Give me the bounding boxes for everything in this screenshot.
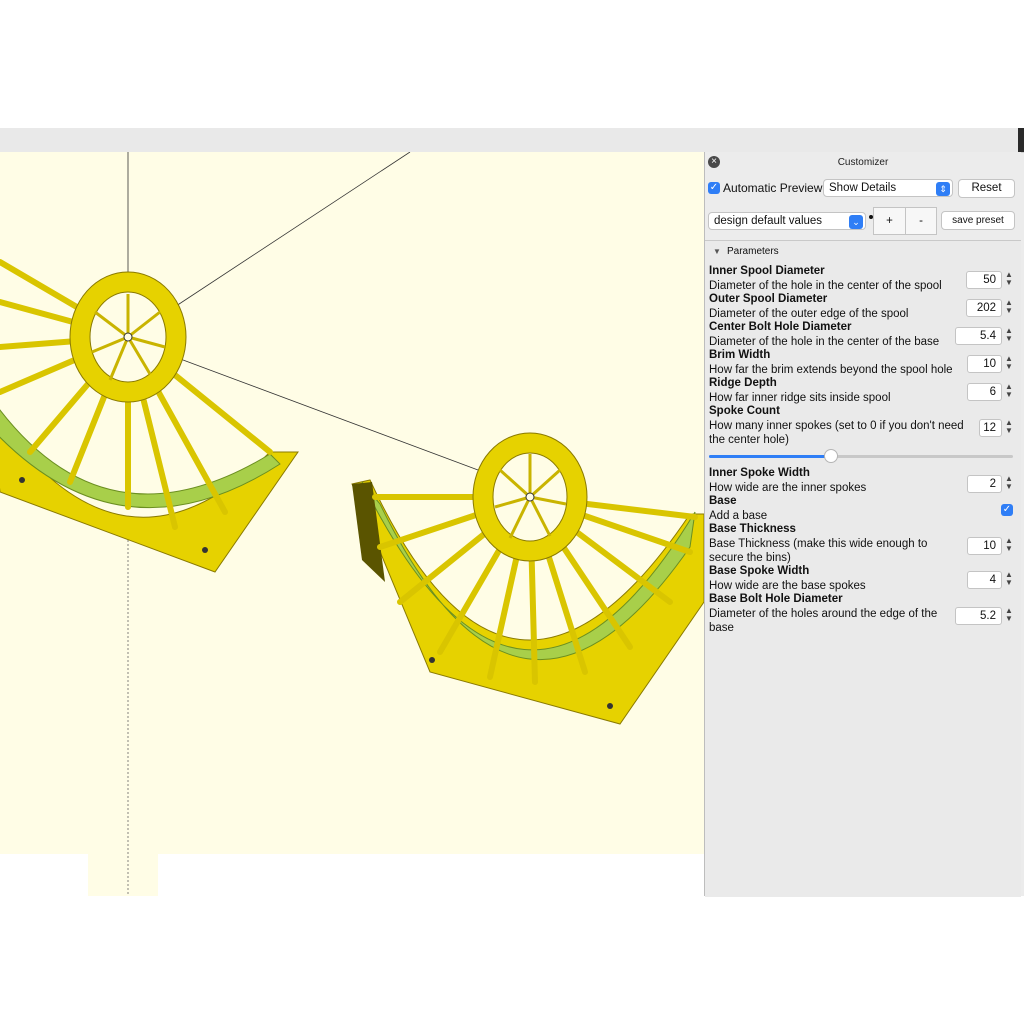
stepper-arrows-icon[interactable]: ▲ ▼ <box>1004 327 1014 345</box>
stepper-arrows-icon[interactable]: ▲ ▼ <box>1004 299 1014 317</box>
param-desc: How wide are the base spokes <box>709 580 866 592</box>
parameters-section-label: Parameters <box>727 246 779 257</box>
param-desc-line2: secure the bins) <box>709 552 791 564</box>
save-preset-button[interactable]: save preset <box>941 211 1015 230</box>
param-title: Base <box>709 495 737 507</box>
window-toolbar <box>0 128 1024 153</box>
stepper-arrows-icon[interactable]: ▲ ▼ <box>1004 355 1014 373</box>
details-select-value: Show Details <box>829 182 897 194</box>
param-desc: Diameter of the hole in the center of th… <box>709 280 942 292</box>
ridge-depth-input[interactable]: 6 <box>967 383 1002 401</box>
auto-preview-checkbox[interactable]: ✓ <box>708 182 720 194</box>
param-desc: Add a base <box>709 510 768 522</box>
slider-thumb[interactable] <box>824 449 838 463</box>
3d-viewport[interactable] <box>0 152 704 896</box>
param-desc: Diameter of the hole in the center of th… <box>709 336 940 348</box>
reset-button[interactable]: Reset <box>958 179 1015 198</box>
param-title: Center Bolt Hole Diameter <box>709 321 852 333</box>
slider-fill <box>709 455 831 458</box>
param-title: Base Bolt Hole Diameter <box>709 593 843 605</box>
app-window: × Customizer ✓ Automatic Preview Show De… <box>0 128 1024 897</box>
base-spoke-width-input[interactable]: 4 <box>967 571 1002 589</box>
param-desc: How wide are the inner spokes <box>709 482 867 494</box>
param-desc: Diameter of the outer edge of the spool <box>709 308 909 320</box>
updown-chevron-icon: ⇕ <box>936 182 950 196</box>
inner-spoke-width-input[interactable]: 2 <box>967 475 1002 493</box>
preset-stepper: + - <box>873 207 937 235</box>
preset-select[interactable]: design default values ⌄ <box>708 212 866 230</box>
param-desc: How far the brim extends beyond the spoo… <box>709 364 953 376</box>
parameters-group: ▼ Parameters Inner Spool Diameter Diamet… <box>705 240 1021 897</box>
stepper-arrows-icon[interactable]: ▲ ▼ <box>1004 475 1014 493</box>
stepper-arrows-icon[interactable]: ▲ ▼ <box>1004 571 1014 589</box>
auto-preview-label: Automatic Preview <box>723 181 823 195</box>
details-select[interactable]: Show Details ⇕ <box>823 179 953 197</box>
param-desc: How far inner ridge sits inside spool <box>709 392 891 404</box>
param-title: Inner Spoke Width <box>709 467 810 479</box>
add-preset-button[interactable]: + <box>874 208 906 234</box>
brim-width-input[interactable]: 10 <box>967 355 1002 373</box>
stepper-arrows-icon[interactable]: ▲ ▼ <box>1004 537 1014 555</box>
preset-select-value: design default values <box>714 215 823 227</box>
stepper-arrows-icon[interactable]: ▲ ▼ <box>1004 271 1014 289</box>
viewport-background-notch <box>88 854 158 896</box>
center-bolt-hole-input[interactable]: 5.4 <box>955 327 1002 345</box>
param-desc-line2: base <box>709 622 734 634</box>
param-desc: Base Thickness (make this wide enough to <box>709 538 928 550</box>
outer-spool-diameter-input[interactable]: 202 <box>966 299 1002 317</box>
spoke-count-slider[interactable] <box>709 449 1013 463</box>
customizer-panel: × Customizer ✓ Automatic Preview Show De… <box>704 152 1021 897</box>
param-title: Spoke Count <box>709 405 780 417</box>
base-thickness-input[interactable]: 10 <box>967 537 1002 555</box>
window-edge <box>1018 128 1024 152</box>
param-title: Outer Spool Diameter <box>709 293 828 305</box>
param-desc-line2: the center hole) <box>709 434 789 446</box>
param-title: Ridge Depth <box>709 377 777 389</box>
stepper-arrows-icon[interactable]: ▲ ▼ <box>1004 419 1014 437</box>
param-desc: Diameter of the holes around the edge of… <box>709 608 938 620</box>
stepper-arrows-icon[interactable]: ▲ ▼ <box>1004 383 1014 401</box>
base-bolt-hole-input[interactable]: 5.2 <box>955 607 1002 625</box>
param-title: Inner Spool Diameter <box>709 265 825 277</box>
add-base-checkbox[interactable]: ✓ <box>1001 504 1013 516</box>
chevron-down-icon: ⌄ <box>849 215 863 229</box>
stepper-arrows-icon[interactable]: ▲ ▼ <box>1004 607 1014 625</box>
inner-spool-diameter-input[interactable]: 50 <box>966 271 1002 289</box>
param-title: Base Thickness <box>709 523 796 535</box>
remove-preset-button[interactable]: - <box>906 208 936 234</box>
param-desc: How many inner spokes (set to 0 if you d… <box>709 420 964 432</box>
disclosure-triangle-icon[interactable]: ▼ <box>713 247 721 256</box>
render-canvas[interactable] <box>0 152 704 896</box>
param-title: Base Spoke Width <box>709 565 810 577</box>
panel-title: Customizer <box>837 157 889 168</box>
param-title: Brim Width <box>709 349 771 361</box>
spoke-count-input[interactable]: 12 <box>979 419 1002 437</box>
